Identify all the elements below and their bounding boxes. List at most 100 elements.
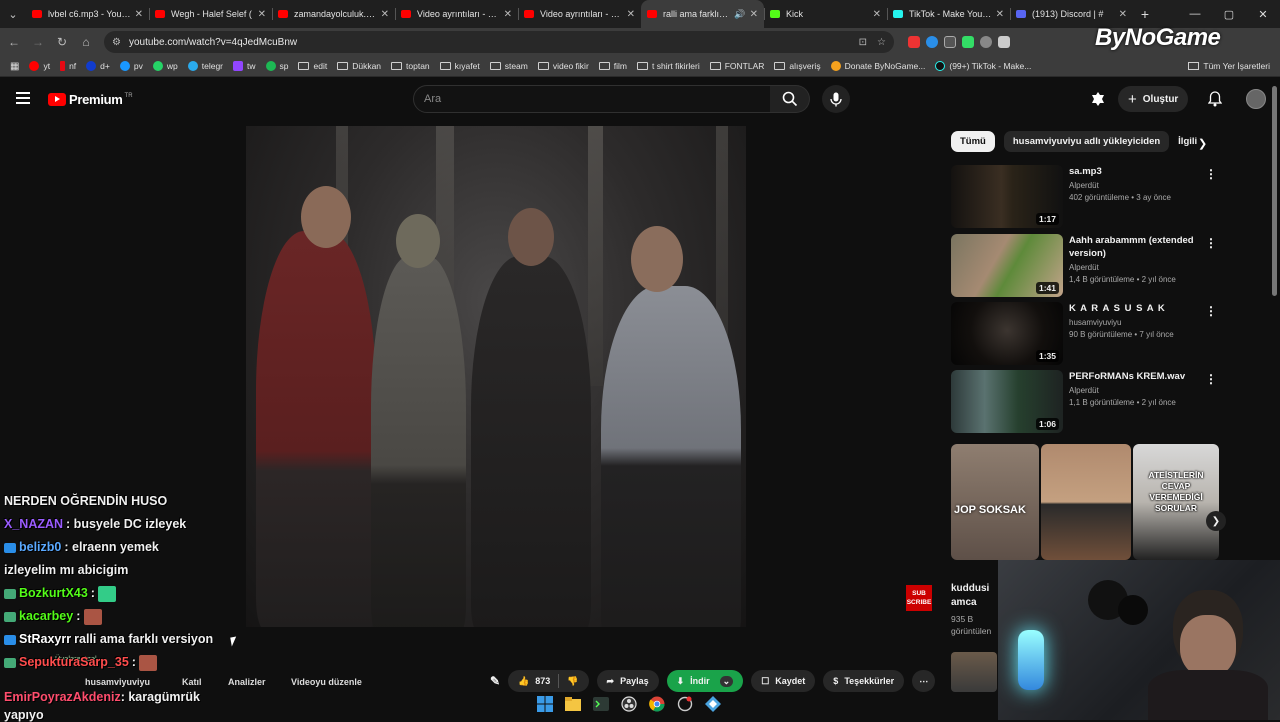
- chip-related[interactable]: İlgili: [1178, 131, 1197, 152]
- chevron-down-icon[interactable]: ⌄: [719, 675, 734, 687]
- bookmark-donate[interactable]: Donate ByNoGame...: [830, 61, 925, 71]
- windows-start-icon[interactable]: [534, 693, 556, 715]
- bookmark-alisveris[interactable]: alışveriş: [774, 61, 821, 71]
- video-title[interactable]: K A R A S U S A K: [1069, 302, 1209, 315]
- channel-name[interactable]: Alperdüt: [1069, 263, 1209, 272]
- speaker-icon[interactable]: 🔊: [734, 9, 745, 20]
- tab-2[interactable]: Wegh - Halef Selef (✕: [149, 0, 272, 28]
- recommendation-item[interactable]: 1:41 Aahh arabammm (extended version) Alp…: [951, 234, 1221, 297]
- file-explorer-icon[interactable]: [562, 693, 584, 715]
- video-title[interactable]: sa.mp3: [1069, 165, 1209, 178]
- close-tab-icon[interactable]: ✕: [750, 9, 758, 20]
- search-input[interactable]: Ara: [413, 85, 771, 113]
- download-button[interactable]: ⬇ İndir ⌄: [666, 670, 744, 692]
- reload-icon[interactable]: ↻: [50, 28, 74, 56]
- thumbs-down-icon[interactable]: 👎: [567, 676, 578, 687]
- cast-studio-icon[interactable]: [1090, 91, 1106, 107]
- voice-search-button[interactable]: [822, 85, 850, 113]
- app-icon[interactable]: [702, 693, 724, 715]
- share-button[interactable]: ➦ Paylaş: [596, 670, 659, 692]
- short-thumbnail[interactable]: ATEİSTLERİN CEVAP VEREMEDİĞİ SORULAR: [1133, 444, 1219, 560]
- obs-icon[interactable]: [618, 693, 640, 715]
- app-icon[interactable]: [674, 693, 696, 715]
- short-thumbnail[interactable]: [1041, 444, 1131, 560]
- close-tab-icon[interactable]: ✕: [996, 9, 1004, 20]
- close-tab-icon[interactable]: ✕: [258, 9, 266, 20]
- tab-5[interactable]: Video ayrıntıları - You ✕: [518, 0, 641, 28]
- more-actions-button[interactable]: ⋯: [912, 670, 936, 692]
- recommendation-item[interactable]: 1:06 PERFoRMANs KREM.wav Alperdüt 1,1 B gö…: [951, 370, 1221, 433]
- create-button[interactable]: + Oluştur: [1118, 86, 1189, 112]
- join-button[interactable]: Katıl: [182, 677, 202, 687]
- extension-icon[interactable]: [908, 36, 920, 48]
- tab-1[interactable]: lvbel c6.mp3 - YouTu ✕: [26, 0, 149, 28]
- video-thumbnail[interactable]: 1:41: [951, 234, 1063, 297]
- more-options-icon[interactable]: ⋮: [1205, 236, 1217, 250]
- close-tab-icon[interactable]: ✕: [1119, 9, 1127, 20]
- channel-link[interactable]: husamviyuviyu: [85, 677, 150, 687]
- extension-icon[interactable]: [998, 36, 1010, 48]
- site-info-icon[interactable]: ⚙: [112, 37, 121, 48]
- tab-kick[interactable]: Kick ✕: [764, 0, 887, 28]
- short-thumbnail[interactable]: JOP SOKSAK: [951, 444, 1039, 560]
- all-bookmarks[interactable]: Tüm Yer İşaretleri: [1188, 61, 1270, 71]
- bookmark-wp[interactable]: wp: [152, 61, 178, 71]
- edit-video-button[interactable]: Videoyu düzenle: [291, 677, 362, 687]
- extension-icon[interactable]: [926, 36, 938, 48]
- channel-name[interactable]: Alperdüt: [1069, 181, 1209, 190]
- video-title[interactable]: PERFoRMANs KREM.wav: [1069, 370, 1209, 383]
- bookmark-fontlar[interactable]: FONTLAR: [709, 61, 764, 71]
- home-icon[interactable]: ⌂: [74, 28, 98, 56]
- bookmark-star-icon[interactable]: ☆: [877, 37, 886, 48]
- close-window-icon[interactable]: ✕: [1246, 0, 1280, 28]
- page-scrollbar[interactable]: [1272, 86, 1277, 296]
- youtube-premium-logo[interactable]: Premium TR: [48, 92, 133, 107]
- apps-icon[interactable]: ▦: [10, 61, 19, 72]
- back-icon[interactable]: ←: [2, 28, 26, 56]
- chip-all[interactable]: Tümü: [951, 131, 995, 152]
- install-icon[interactable]: ⊡: [859, 37, 867, 48]
- subscribe-badge[interactable]: SUB SCRIBE: [906, 585, 932, 611]
- bookmark-tw[interactable]: tw: [233, 61, 256, 71]
- tab-active[interactable]: ralli ama farklı ve 🔊 ✕: [641, 0, 764, 28]
- extension-icon[interactable]: [980, 36, 992, 48]
- video-player[interactable]: [246, 126, 746, 627]
- close-tab-icon[interactable]: ✕: [627, 9, 635, 20]
- video-thumbnail[interactable]: 1:06: [951, 370, 1063, 433]
- hamburger-menu-icon[interactable]: [16, 92, 30, 104]
- extension-icon[interactable]: [944, 36, 956, 48]
- close-tab-icon[interactable]: ✕: [135, 9, 143, 20]
- channel-name[interactable]: husamviyuviyu: [1069, 318, 1209, 327]
- short-thumbnail[interactable]: [951, 652, 997, 692]
- close-tab-icon[interactable]: ✕: [381, 9, 389, 20]
- bookmark-dukkan[interactable]: Dükkan: [337, 61, 381, 71]
- analytics-button[interactable]: Analizler: [228, 677, 266, 687]
- recommendation-item[interactable]: 1:35 K A R A S U S A K husamviyuviyu 90 B …: [951, 302, 1221, 365]
- bookmark-sp[interactable]: sp: [265, 61, 288, 71]
- video-thumbnail[interactable]: 1:17: [951, 165, 1063, 228]
- video-title[interactable]: Aahh arabammm (extended version): [1069, 234, 1209, 260]
- thanks-button[interactable]: $ Teşekkürler: [823, 670, 905, 692]
- bookmark-dplus[interactable]: d+: [86, 61, 110, 71]
- bookmark-steam[interactable]: steam: [489, 61, 528, 71]
- like-button[interactable]: 👍 873 👎: [508, 670, 589, 692]
- bookmark-video-fikir[interactable]: video fikir: [537, 61, 589, 71]
- search-button[interactable]: [770, 85, 810, 113]
- channel-name[interactable]: Alperdüt: [1069, 386, 1209, 395]
- chevron-right-icon[interactable]: ❯: [1198, 137, 1207, 150]
- bookmark-tshirt[interactable]: t shirt fikirleri: [637, 61, 700, 71]
- tab-search-button[interactable]: ⌄: [0, 0, 26, 28]
- close-tab-icon[interactable]: ✕: [504, 9, 512, 20]
- account-avatar[interactable]: [1246, 89, 1267, 109]
- bookmark-toptan[interactable]: toptan: [391, 61, 430, 71]
- chrome-icon[interactable]: [646, 693, 668, 715]
- tab-tiktok[interactable]: TikTok - Make Your D ✕: [887, 0, 1010, 28]
- tab-4[interactable]: Video ayrıntıları - You ✕: [395, 0, 518, 28]
- tab-3[interactable]: zamandayolculuk.mp ✕: [272, 0, 395, 28]
- studio-icon[interactable]: ✎: [490, 674, 500, 688]
- bookmark-nf[interactable]: nf: [60, 61, 76, 71]
- terminal-icon[interactable]: [590, 693, 612, 715]
- bookmark-tiktok[interactable]: (99+) TikTok - Make...: [935, 61, 1031, 71]
- address-bar[interactable]: ⚙ youtube.com/watch?v=4qJedMcuBnw ⊡ ☆: [104, 31, 894, 53]
- more-options-icon[interactable]: ⋮: [1205, 304, 1217, 318]
